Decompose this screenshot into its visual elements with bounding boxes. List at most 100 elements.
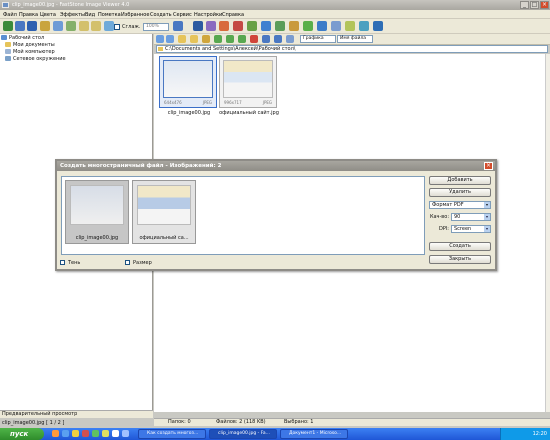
wallpaper-icon[interactable] bbox=[331, 21, 341, 31]
format-select[interactable]: Формат PDF ▾ bbox=[429, 201, 491, 209]
ie-icon[interactable] bbox=[62, 430, 69, 437]
tree-item-network[interactable]: Сетевое окружение bbox=[5, 56, 66, 62]
media-icon[interactable] bbox=[82, 430, 89, 437]
taskbar-item-active[interactable]: clip_image00.jpg - Fa... bbox=[209, 429, 277, 439]
dpi-value: Screen bbox=[454, 226, 472, 232]
compare-icon[interactable] bbox=[261, 21, 271, 31]
clock: 12:20 bbox=[532, 431, 547, 437]
preview-panel-label[interactable]: Предварительный просмотр bbox=[0, 410, 153, 418]
network-icon bbox=[5, 56, 11, 61]
refresh-icon[interactable] bbox=[214, 35, 222, 43]
dialog-title[interactable]: Создать многостраничный файл - Изображен… bbox=[57, 161, 495, 171]
app-icon[interactable] bbox=[112, 430, 119, 437]
vertical-scrollbar[interactable] bbox=[545, 54, 550, 412]
remove-button[interactable]: Удалить bbox=[429, 188, 491, 197]
save-icon[interactable] bbox=[27, 21, 37, 31]
tree-item-desktop[interactable]: Рабочий стол bbox=[1, 35, 44, 41]
close-icon[interactable]: × bbox=[484, 162, 493, 170]
browse-icon[interactable] bbox=[15, 21, 25, 31]
maximize-button[interactable]: □ bbox=[530, 1, 539, 9]
tools-icon[interactable] bbox=[345, 21, 355, 31]
address-bar[interactable]: C:\Documents and Settings\Алексей\Рабочи… bbox=[156, 45, 548, 53]
new-folder-icon[interactable] bbox=[190, 35, 198, 43]
convert-icon[interactable] bbox=[275, 21, 285, 31]
email-icon[interactable] bbox=[40, 21, 50, 31]
menu-effects[interactable]: Эффекты bbox=[60, 12, 85, 18]
filter-select[interactable]: Графика bbox=[300, 35, 336, 43]
menu-create[interactable]: Создать bbox=[150, 12, 172, 18]
thumbnail-item[interactable]: 644x476 JPEG bbox=[159, 56, 217, 108]
forward-icon[interactable] bbox=[166, 35, 174, 43]
close-button[interactable]: × bbox=[540, 1, 549, 9]
menu-help[interactable]: Справка bbox=[222, 12, 244, 18]
menu-colors[interactable]: Цвета bbox=[40, 12, 56, 18]
dpi-select[interactable]: Screen ▾ bbox=[451, 225, 491, 233]
title-bar[interactable]: clip_image00.jpg - FastStone Image Viewe… bbox=[0, 0, 550, 10]
folder-icon bbox=[158, 47, 163, 51]
menu-settings[interactable]: Настройки bbox=[194, 12, 222, 18]
scan-icon[interactable] bbox=[317, 21, 327, 31]
shadow-checkbox[interactable] bbox=[60, 260, 65, 265]
menu-favorites[interactable]: Избранное bbox=[121, 12, 149, 18]
slideshow-icon[interactable] bbox=[66, 21, 76, 31]
close-dialog-button[interactable]: Закрыть bbox=[429, 255, 491, 264]
dpi-label: DPI: bbox=[438, 226, 449, 232]
delete-icon[interactable] bbox=[250, 35, 258, 43]
dialog-image-item[interactable]: clip_image00.jpg bbox=[65, 180, 129, 244]
quicklaunch-icon[interactable] bbox=[52, 430, 59, 437]
smooth-checkbox[interactable] bbox=[114, 24, 120, 30]
zoom-out-icon[interactable] bbox=[91, 21, 101, 31]
capture-icon[interactable] bbox=[303, 21, 313, 31]
explorer-icon[interactable] bbox=[72, 430, 79, 437]
details-icon[interactable] bbox=[274, 35, 282, 43]
redeye-icon[interactable] bbox=[233, 21, 243, 31]
browser-toolbar: Графика Имя файла bbox=[154, 34, 550, 45]
dialog-image-list: clip_image00.jpg официальный са... bbox=[61, 176, 425, 255]
status-folders: Папок: 0 bbox=[168, 419, 191, 425]
create-button[interactable]: Создать bbox=[429, 242, 491, 251]
start-button[interactable]: пуск bbox=[0, 428, 44, 440]
crop-icon[interactable] bbox=[193, 21, 203, 31]
app-icon[interactable] bbox=[122, 430, 129, 437]
tree-item-documents[interactable]: Мои документы bbox=[5, 42, 55, 48]
sort-select[interactable]: Имя файла bbox=[337, 35, 373, 43]
effects-icon[interactable] bbox=[247, 21, 257, 31]
open-icon[interactable] bbox=[3, 21, 13, 31]
add-button[interactable]: Добавить bbox=[429, 176, 491, 185]
help-icon[interactable] bbox=[373, 21, 383, 31]
color-icon[interactable] bbox=[219, 21, 229, 31]
settings-icon[interactable] bbox=[359, 21, 369, 31]
resize-icon[interactable] bbox=[206, 21, 216, 31]
menu-service[interactable]: Сервис bbox=[173, 12, 192, 18]
thumbs-icon[interactable] bbox=[262, 35, 270, 43]
dialog-image-item[interactable]: официальный са... bbox=[132, 180, 196, 244]
current-file-label: clip_image00.jpg [ 1 / 2 ] bbox=[2, 420, 65, 426]
thumbnail-item[interactable]: 996x717 JPEG bbox=[219, 56, 277, 108]
fit-icon[interactable] bbox=[173, 21, 183, 31]
zoom-in-icon[interactable] bbox=[79, 21, 89, 31]
size-checkbox[interactable] bbox=[125, 260, 130, 265]
menu-file[interactable]: Файл bbox=[3, 12, 17, 18]
window-title: clip_image00.jpg - FastStone Image Viewe… bbox=[12, 2, 130, 8]
print-icon[interactable] bbox=[53, 21, 63, 31]
back-icon[interactable] bbox=[156, 35, 164, 43]
app-icon[interactable] bbox=[102, 430, 109, 437]
zoom-select[interactable]: 100% bbox=[143, 23, 169, 31]
view-icon[interactable] bbox=[286, 35, 294, 43]
menu-view[interactable]: Вид bbox=[85, 12, 95, 18]
up-folder-icon[interactable] bbox=[178, 35, 186, 43]
taskbar-item[interactable]: Как создать многоз... bbox=[138, 429, 206, 439]
menu-tag[interactable]: Пометка bbox=[98, 12, 121, 18]
minimize-button[interactable]: _ bbox=[520, 1, 529, 9]
tree-item-computer[interactable]: Мой компьютер bbox=[5, 49, 55, 55]
quality-select[interactable]: 90 ▾ bbox=[451, 213, 491, 221]
rotate-icon[interactable] bbox=[104, 21, 114, 31]
copy-icon[interactable] bbox=[226, 35, 234, 43]
taskbar-item[interactable]: Документ1 - Microso... bbox=[280, 429, 348, 439]
move-icon[interactable] bbox=[238, 35, 246, 43]
taskbar: Как создать многоз... clip_image00.jpg -… bbox=[0, 428, 550, 440]
menu-edit[interactable]: Правка bbox=[19, 12, 38, 18]
favorites-icon[interactable] bbox=[202, 35, 210, 43]
app-icon[interactable] bbox=[92, 430, 99, 437]
rename-icon[interactable] bbox=[289, 21, 299, 31]
